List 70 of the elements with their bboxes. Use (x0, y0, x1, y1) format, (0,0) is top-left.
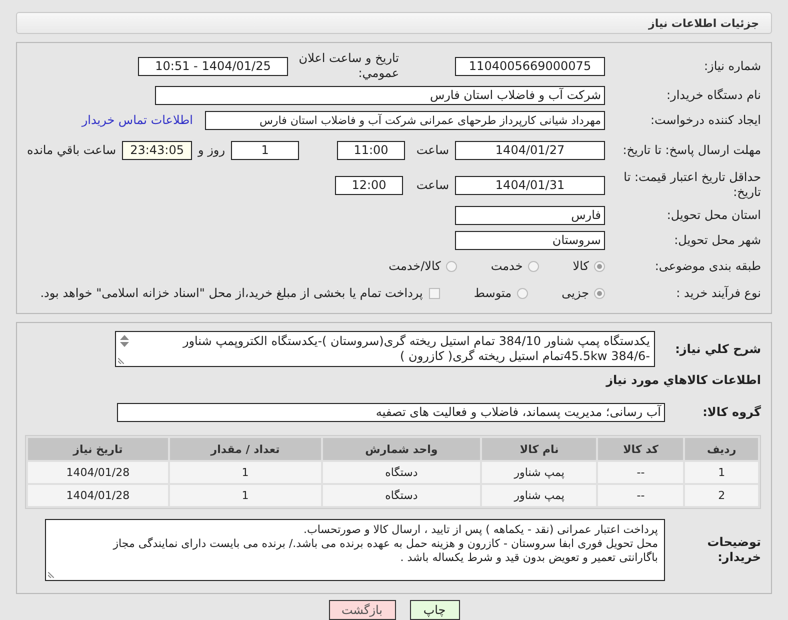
table-cell: 2 (685, 485, 758, 506)
need-number-field: 1104005669000075 (455, 56, 605, 76)
print-button[interactable]: چاپ (410, 600, 460, 620)
scroll-arrows-icon (120, 335, 129, 347)
buyer-contact-link[interactable]: اطلاعات تماس خریدار (82, 113, 193, 127)
days-field: 1 (231, 140, 300, 160)
column-header: کد کالا (598, 438, 684, 460)
page-title: جزئیات اطلاعات نیاز (648, 16, 759, 30)
radio-icon[interactable] (594, 288, 605, 298)
city-field: سروستان (455, 230, 605, 250)
table-cell: پمپ شناور (482, 485, 596, 506)
field-label: تاریخ و ساعت اعلان عمومي: (298, 51, 399, 81)
field-label: مهلت ارسال پاسخ: تا تاریخ: (622, 142, 761, 158)
table-cell: 1 (170, 462, 321, 483)
back-button[interactable]: بازگشت (328, 600, 396, 620)
treasury-note: پرداخت تمام یا بخشی از مبلغ خرید،از محل "اسناد خزانه اسلامی" خواهد بود. (40, 286, 423, 300)
reply-time-field: 11:00 (337, 140, 406, 160)
field-label: توضیحات خریدار: (706, 535, 761, 565)
field-label: نام دستگاه خريدار: (666, 88, 761, 102)
field-label: شرح کلي نیاز: (674, 342, 761, 356)
field-label: حداقل تاریخ اعتبار قیمت: تا تاریخ: (622, 170, 761, 200)
table-cell: پمپ شناور (482, 462, 596, 483)
validity-time-field: 12:00 (335, 176, 403, 194)
field-label: طبقه بندی موضوعی: (654, 258, 761, 274)
field-label: شماره نیاز: (703, 58, 761, 74)
goods-group-field: آب رسانی؛ مدیریت پسماند، فاضلاب و فعالیت های تصفیه (117, 402, 665, 422)
validity-date-field: 1404/01/31 (455, 176, 605, 194)
field-label: نوع فرآیند خرید : (675, 286, 761, 300)
table-cell: 1404/01/28 (28, 462, 168, 483)
description-field: یکدستگاه پمپ شناور 384/10 تمام استیل ریخته گری(سروستان )-یکدستگاه الکتروپمپ شناور -45.5kw 384/6تمام استیل ریخته گری( کازرون ) (115, 331, 655, 367)
radio-icon[interactable] (446, 260, 457, 272)
column-header: ردیف (685, 438, 758, 460)
remaining-time-field: 23:43:05 (122, 140, 192, 160)
reply-date-field: 1404/01/27 (455, 140, 605, 160)
field-label: استان محل تحویل: (666, 208, 761, 222)
column-header: تاریخ نیاز (28, 438, 168, 460)
radio-icon[interactable] (528, 260, 539, 272)
buyer-org-field: شرکت آب و فاضلاب استان فارس (155, 86, 605, 104)
resize-grip-icon (118, 358, 124, 364)
table-cell: 1404/01/28 (28, 485, 168, 506)
radio-option[interactable]: کالا/خدمت (388, 259, 457, 273)
radio-option[interactable]: جزیی (562, 286, 605, 300)
table-cell: دستگاه (322, 485, 480, 506)
table-cell: 1 (685, 462, 758, 483)
province-field: فارس (455, 206, 605, 224)
radio-option[interactable]: خدمت (490, 259, 539, 273)
column-header: نام کالا (482, 438, 596, 460)
resize-grip-icon (48, 572, 54, 578)
time-label: ساعت (415, 178, 449, 192)
announce-date-field: 1404/01/25 - 10:51 (138, 56, 288, 76)
radio-icon[interactable] (594, 260, 605, 272)
radio-option[interactable]: کالا (572, 259, 605, 273)
remaining-label: ساعت باقي مانده (27, 143, 116, 157)
radio-icon[interactable] (516, 288, 528, 298)
buyer-notes-field: پرداخت اعتبار عمرانی (نقد - یکماهه ) پس از تایید ، ارسال کالا و صورتحساب. محل تحویل فوری ابفا سروستان - کازرون و هزینه حمل به عهده برنده می باشد./ برنده می بایست دارای نمایندگی مجاز باگارانتی تعمیر و تعویض بدون قید و شرط یکساله باشد . (45, 519, 665, 581)
field-label: ایجاد کننده درخواست: (649, 112, 761, 128)
checkbox[interactable] (428, 288, 440, 298)
table-cell: -- (598, 485, 684, 506)
column-header: واحد شمارش (322, 438, 480, 460)
requester-field: مهرداد شیانی کارپرداز طرحهای عمرانی شرکت آب و فاضلاب استان فارس (205, 110, 605, 130)
field-label: گروه کالا: (702, 404, 761, 420)
days-label: روز و (198, 143, 226, 157)
section-heading: اطلاعات کالاهاي مورد نیاز (604, 373, 761, 387)
table-cell: -- (598, 462, 684, 483)
field-label: شهر محل تحویل: (673, 232, 761, 248)
time-label: ساعت (415, 143, 449, 157)
radio-option[interactable]: متوسط (474, 286, 528, 300)
table-cell: دستگاه (322, 462, 480, 483)
table-cell: 1 (170, 485, 321, 506)
column-header: تعداد / مقدار (170, 438, 321, 460)
